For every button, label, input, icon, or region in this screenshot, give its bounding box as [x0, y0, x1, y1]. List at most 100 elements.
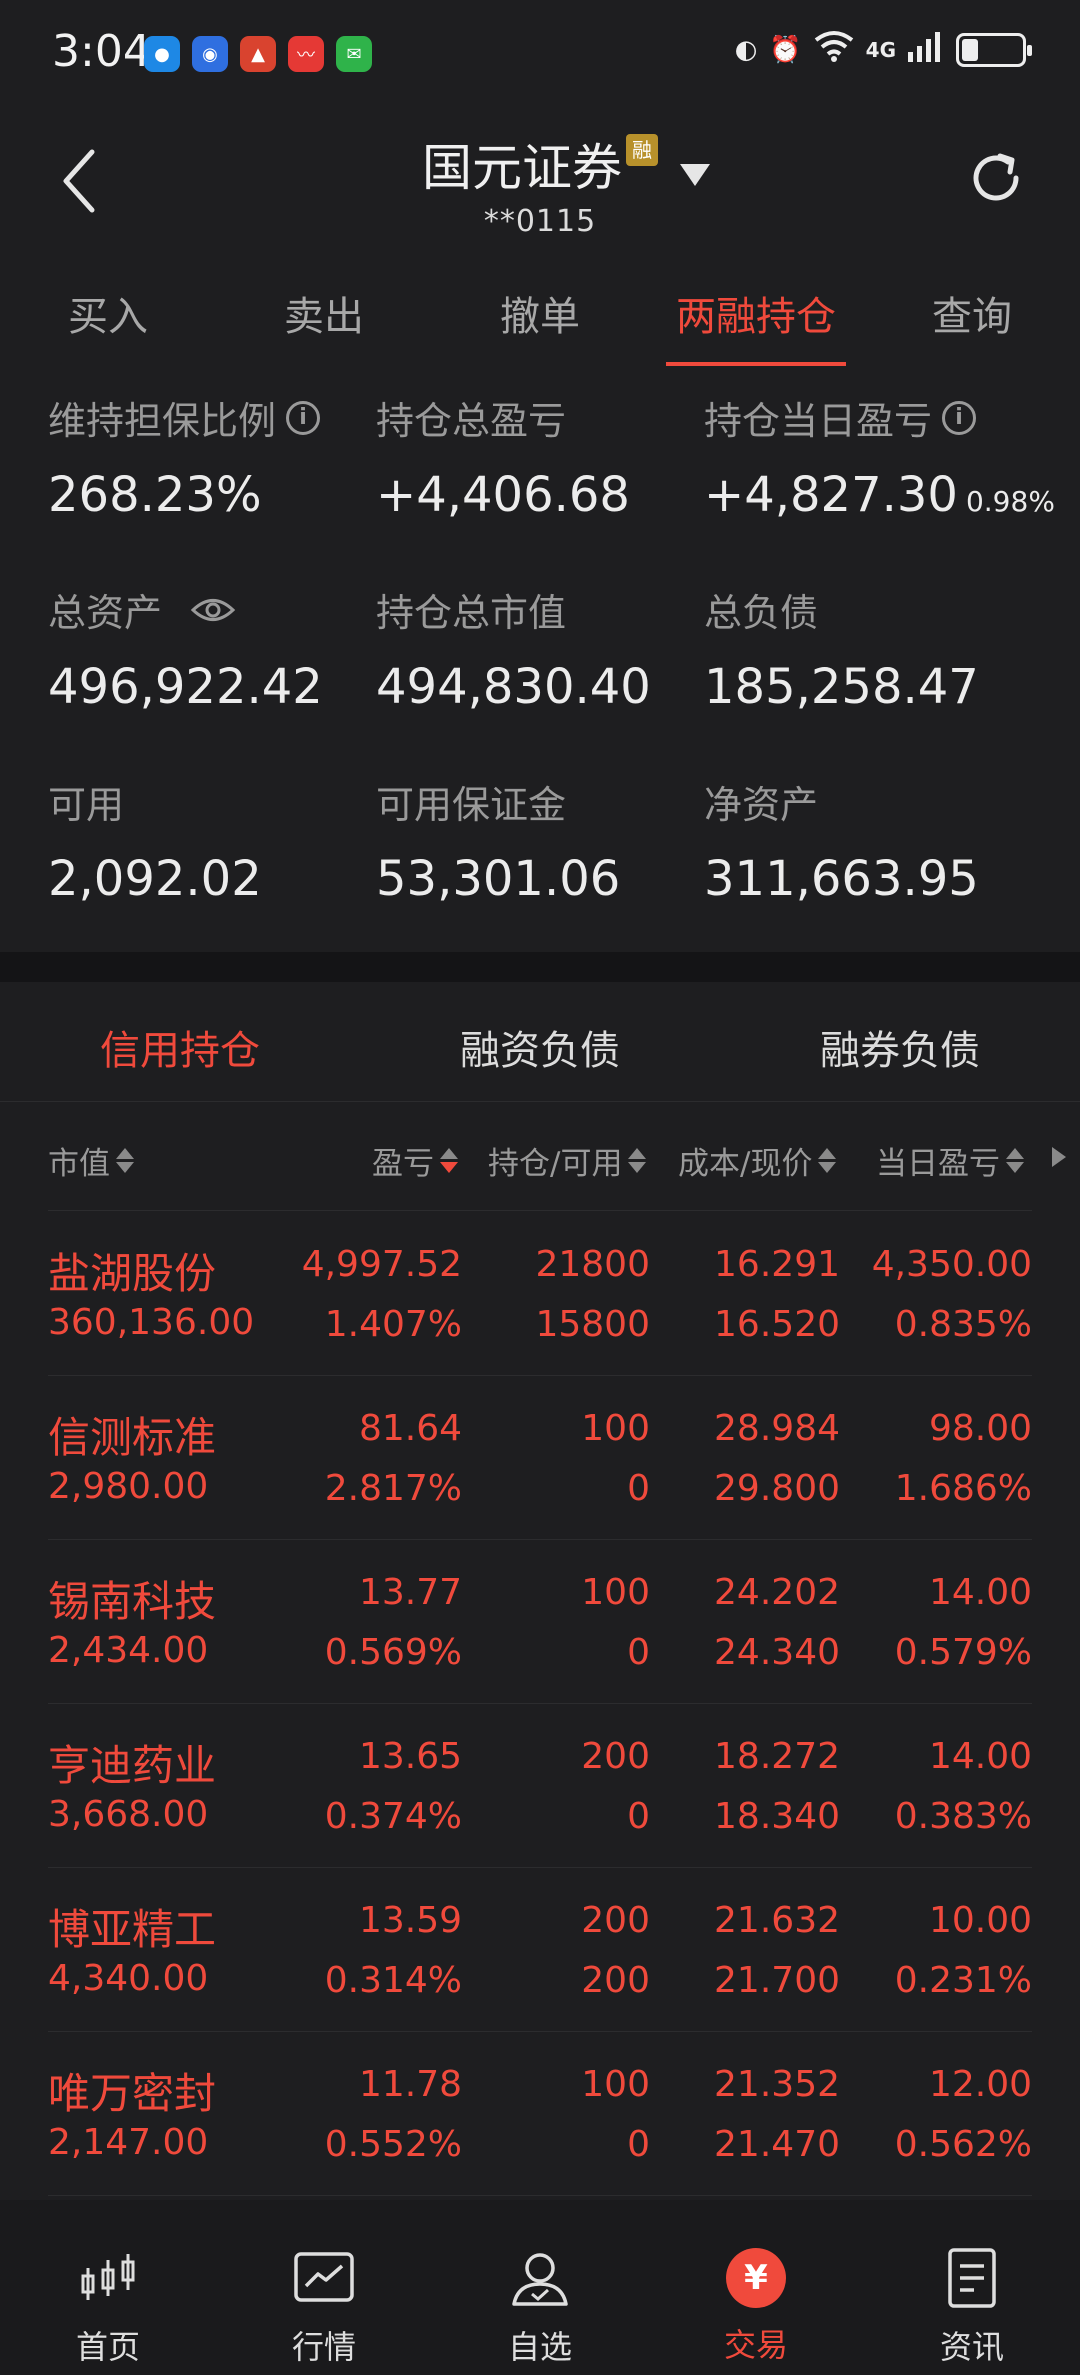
cost: 24.202 — [714, 1572, 840, 1613]
nav-trade[interactable]: ¥ 交易 — [648, 2200, 864, 2375]
day-pnl: 4,350.00 — [871, 1244, 1032, 1285]
info-icon[interactable]: i — [286, 400, 321, 435]
info-icon[interactable]: i — [942, 400, 977, 435]
day-pnl-label: 持仓当日盈亏 — [704, 399, 933, 443]
col-header-label: 当日盈亏 — [876, 1146, 1000, 1182]
table-row[interactable]: 唯万密封 2,147.00 11.78 0.552% 100 0 21.352 … — [48, 2032, 1032, 2196]
tab-sell[interactable]: 卖出 — [216, 266, 432, 366]
cost: 28.984 — [714, 1408, 840, 1449]
avail-margin-value: 53,301.06 — [376, 851, 621, 907]
user-icon — [512, 2253, 568, 2306]
total-liab-cell: 总负债 185,258.47 — [704, 582, 1034, 715]
alarm-icon: ⏰ — [769, 34, 802, 65]
tab-securities-lending-liabilities[interactable]: 融券负债 — [720, 982, 1080, 1101]
cost: 21.632 — [714, 1900, 840, 1941]
total-liab-value: 185,258.47 — [704, 659, 979, 715]
table-row[interactable]: 博亚精工 4,340.00 13.59 0.314% 200 200 21.63… — [48, 1868, 1032, 2032]
tab-query[interactable]: 查询 — [864, 266, 1080, 366]
refresh-icon[interactable] — [966, 148, 1026, 208]
system-icons: ◐ ⏰ 4G — [735, 30, 1032, 69]
col-header-market-value[interactable]: 市值 — [48, 1138, 134, 1183]
cost: 18.272 — [714, 1736, 840, 1777]
pnl: 4,997.52 — [301, 1244, 462, 1285]
market-value-label: 持仓总市值 — [376, 591, 567, 635]
candlestick-icon — [81, 2254, 135, 2300]
holding: 21800 — [535, 1244, 650, 1285]
total-pnl-cell: 持仓总盈亏 +4,406.68 — [376, 390, 706, 523]
col-header-day-pnl[interactable]: 当日盈亏 — [876, 1138, 1024, 1183]
bottom-nav: 首页 行情 自选 ¥ 交易 资讯 — [0, 2200, 1080, 2375]
market-value: 2,147.00 — [48, 2122, 209, 2163]
price: 18.340 — [714, 1796, 840, 1837]
total-pnl-value: +4,406.68 — [376, 467, 630, 523]
positions-table: 盐湖股份 360,136.00 4,997.52 1.407% 21800 15… — [48, 1212, 1032, 2196]
cost: 21.352 — [714, 2064, 840, 2105]
stock-name: 博亚精工 — [48, 1905, 217, 1954]
col-header-holding[interactable]: 持仓/可用 — [488, 1138, 647, 1183]
nav-label: 行情 — [291, 2328, 356, 2366]
pnl-percent: 2.817% — [324, 1468, 462, 1509]
total-liab-label: 总负债 — [704, 591, 819, 635]
header-divider — [48, 1210, 1032, 1211]
available-qty: 0 — [627, 2124, 650, 2165]
margin-badge: 融 — [626, 134, 658, 166]
chart-icon — [294, 2252, 354, 2302]
price: 21.700 — [714, 1960, 840, 2001]
pnl: 11.78 — [358, 2064, 462, 2105]
cost: 16.291 — [714, 1244, 840, 1285]
nav-label: 交易 — [723, 2326, 788, 2364]
col-header-pnl[interactable]: 盈亏 — [372, 1138, 458, 1183]
net-assets-value: 311,663.95 — [704, 851, 979, 907]
market-value: 360,136.00 — [48, 1302, 255, 1343]
available-qty: 0 — [627, 1632, 650, 1673]
table-row[interactable]: 锡南科技 2,434.00 13.77 0.569% 100 0 24.202 … — [48, 1540, 1032, 1704]
col-header-label: 成本/现价 — [678, 1146, 813, 1182]
price: 24.340 — [714, 1632, 840, 1673]
account-selector[interactable]: 国元证券融 **0115 — [0, 128, 1080, 239]
pnl-percent: 0.552% — [324, 2124, 462, 2165]
day-pnl: 14.00 — [928, 1572, 1032, 1613]
status-bar: 3:04 ● ◉ ▲ 〰 ✉ ◐ ⏰ 4G — [0, 0, 1080, 106]
net-assets-label: 净资产 — [704, 783, 819, 827]
nav-home[interactable]: 首页 — [0, 2200, 216, 2375]
stock-app-icon: ▲ — [240, 36, 276, 72]
day-pnl: 10.00 — [928, 1900, 1032, 1941]
col-header-cost-price[interactable]: 成本/现价 — [678, 1138, 837, 1183]
tab-buy[interactable]: 买入 — [0, 266, 216, 366]
table-row[interactable]: 盐湖股份 360,136.00 4,997.52 1.407% 21800 15… — [48, 1212, 1032, 1376]
position-subtabs: 信用持仓 融资负债 融券负债 — [0, 982, 1080, 1102]
market-value: 2,434.00 — [48, 1630, 209, 1671]
chevron-down-icon[interactable] — [680, 164, 710, 186]
total-assets-value: 496,922.42 — [48, 659, 323, 715]
available-qty: 200 — [581, 1960, 650, 2001]
eye-icon[interactable] — [190, 595, 236, 625]
day-pnl: 12.00 — [928, 2064, 1032, 2105]
available-qty: 0 — [627, 1796, 650, 1837]
nav-market[interactable]: 行情 — [216, 2200, 432, 2375]
day-pnl-percent: 0.835% — [894, 1304, 1032, 1345]
nav-news[interactable]: 资讯 — [864, 2200, 1080, 2375]
scroll-right-icon[interactable] — [1052, 1147, 1066, 1167]
avail-margin-label: 可用保证金 — [376, 783, 567, 827]
maint-ratio-cell: 维持担保比例 i 268.23% — [48, 390, 378, 523]
table-row[interactable]: 亨迪药业 3,668.00 13.65 0.374% 200 0 18.272 … — [48, 1704, 1032, 1868]
net-assets-cell: 净资产 311,663.95 — [704, 774, 1034, 907]
pnl: 13.77 — [358, 1572, 462, 1613]
price: 21.470 — [714, 2124, 840, 2165]
table-row[interactable]: 信测标准 2,980.00 81.64 2.817% 100 0 28.984 … — [48, 1376, 1032, 1540]
tab-margin-positions[interactable]: 两融持仓 — [648, 266, 864, 366]
available-cell: 可用 2,092.02 — [48, 774, 378, 907]
tab-financing-liabilities[interactable]: 融资负债 — [360, 982, 720, 1101]
available-value: 2,092.02 — [48, 851, 262, 907]
stock-name: 信测标准 — [48, 1413, 217, 1462]
tab-credit-positions[interactable]: 信用持仓 — [0, 982, 360, 1101]
browser-app-icon: ◉ — [192, 36, 228, 72]
nav-label: 首页 — [75, 2328, 140, 2366]
price: 29.800 — [714, 1468, 840, 1509]
holding: 200 — [581, 1736, 650, 1777]
tab-cancel-order[interactable]: 撤单 — [432, 266, 648, 366]
notification-icons: ● ◉ ▲ 〰 ✉ — [144, 36, 372, 72]
nav-watchlist[interactable]: 自选 — [432, 2200, 648, 2375]
day-pnl-percent: 0.579% — [894, 1632, 1032, 1673]
holding: 100 — [581, 1572, 650, 1613]
